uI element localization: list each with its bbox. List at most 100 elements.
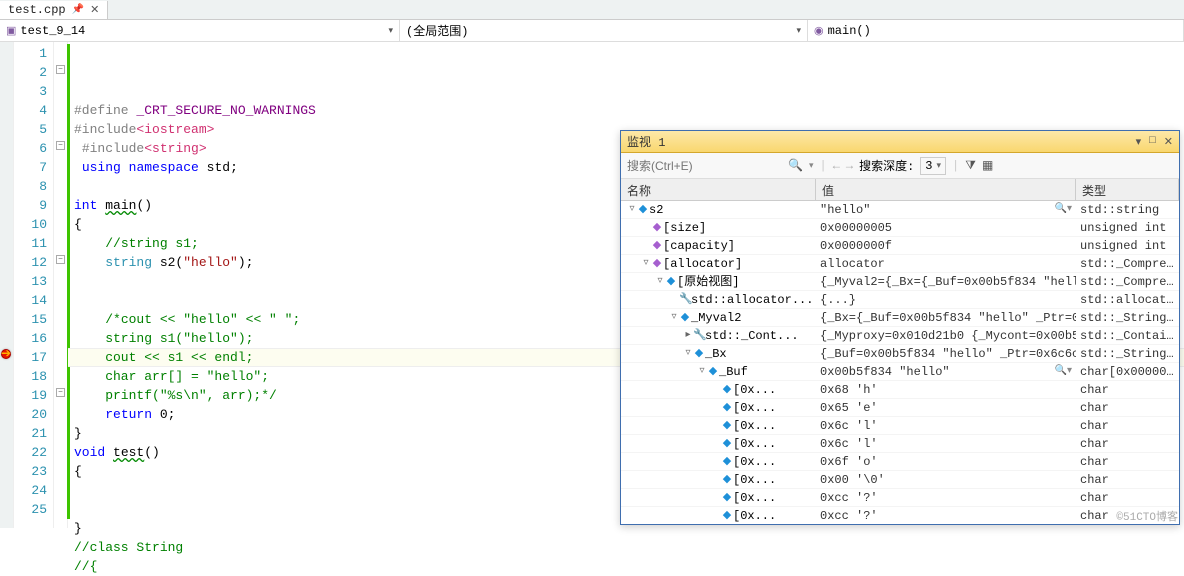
pin-icon[interactable]: 📌 [72,4,84,16]
fold-toggle[interactable]: − [56,141,65,150]
file-tab[interactable]: test.cpp 📌 ✕ [0,1,108,19]
watch-value: {_Myval2={_Bx={_Buf=0x00b5f834 "hello" _… [820,273,1076,290]
cube-icon: ◆ [721,453,733,470]
watch-name: [0x... [733,453,776,470]
col-name[interactable]: 名称 [621,179,816,200]
watch-row[interactable]: ◆ [0x...0xcc '?'char [621,489,1179,507]
watch-type: std::_Compre... [1076,273,1179,290]
watch-row[interactable]: ◆ [0x...0xcc '?'char [621,507,1179,524]
tree-toggle[interactable]: ▿ [641,255,651,272]
watch-toolbar: 🔍 ▾ | ← → 搜索深度: 3 ▾ | ⧩ ▦ [621,153,1179,179]
watch-value: "hello" [820,201,870,218]
watch-titlebar[interactable]: 监视 1 ▾ □ ✕ [621,131,1179,153]
visualizer-icon[interactable]: 🔍▾ [1055,363,1076,380]
nav-next-icon[interactable]: → [846,159,853,173]
watch-name: [allocator] [663,255,742,272]
watch-window: 监视 1 ▾ □ ✕ 🔍 ▾ | ← → 搜索深度: 3 ▾ | ⧩ ▦ 名称 … [620,130,1180,525]
filter-icon[interactable]: ⧩ [965,159,976,173]
watch-type: char [1076,417,1179,434]
cube-icon: ◆ [651,255,663,272]
watch-row[interactable]: ◆ [0x...0x00 '\0'char [621,471,1179,489]
watch-value: 0x6f 'o' [820,453,878,470]
watch-row[interactable]: ◆ [0x...0x68 'h'char [621,381,1179,399]
tree-toggle[interactable]: ▿ [669,309,679,326]
maximize-icon[interactable]: □ [1149,135,1156,149]
cube-icon: ◆ [721,435,733,452]
depth-input[interactable]: 3 ▾ [920,157,946,175]
watch-name: [0x... [733,507,776,524]
tree-toggle[interactable]: ▿ [655,273,665,290]
watch-type: std::_Contain... [1076,327,1179,344]
wrench-icon: 🔧 [693,327,705,344]
watch-row[interactable]: ▿◆ [allocator]allocatorstd::_Compre... [621,255,1179,273]
chevron-down-icon[interactable]: ▾ [1136,135,1142,149]
columns-icon[interactable]: ▦ [982,158,993,173]
watch-value: {_Buf=0x00b5f834 "hello" _Ptr=0x6c6c6568… [820,345,1076,362]
visualizer-icon[interactable]: 🔍▾ [1055,201,1076,218]
close-icon[interactable]: ✕ [90,3,99,17]
watch-name: [0x... [733,489,776,506]
line-numbers: 1234567891011121314151617181920212223242… [14,42,54,528]
search-icon[interactable]: 🔍 [788,158,803,173]
watch-row[interactable]: ◆ [0x...0x6c 'l'char [621,417,1179,435]
watch-row[interactable]: ▸🔧 std::_Cont...{_Myproxy=0x010d21b0 {_M… [621,327,1179,345]
scope-range[interactable]: (全局范围) ▾ [400,20,808,41]
watch-row[interactable]: ◆ [0x... 0x6f 'o' char [621,453,1179,471]
watch-type: char [1076,453,1179,470]
col-type[interactable]: 类型 [1076,179,1179,200]
scope-project[interactable]: ▣ test_9_14 ▾ [0,20,400,41]
watch-row[interactable]: ▿◆ _Buf0x00b5f834 "hello"🔍▾char[0x00000.… [621,363,1179,381]
watch-value: 0x6c 'l' [820,417,878,434]
watch-type: char[0x00000... [1076,363,1179,380]
fold-gutter[interactable]: − − − − [54,42,68,528]
watch-type: char [1076,381,1179,398]
scope-project-label: test_9_14 [20,24,85,38]
watch-row[interactable]: 🔧 std::allocator...{...}std::allocator..… [621,291,1179,309]
watch-value: 0x00 '\0' [820,471,885,488]
watch-value: 0x68 'h' [820,381,878,398]
watch-row[interactable]: ◆ [size] 0x00000005 unsigned int [621,219,1179,237]
watch-row[interactable]: ▿◆ _Myval2{_Bx={_Buf=0x00b5f834 "hello" … [621,309,1179,327]
watch-row[interactable]: ▿◆ _Bx {_Buf=0x00b5f834 "hello" _Ptr=0x6c… [621,345,1179,363]
watch-name: [原始视图] [677,273,739,290]
scope-function[interactable]: ◉ main() [808,20,1184,41]
cube-icon: ◆ [665,273,677,290]
watch-row[interactable]: ▿◆ s2"hello"🔍▾std::string [621,201,1179,219]
fold-toggle[interactable]: − [56,255,65,264]
watch-value: 0x00000005 [820,219,892,236]
watch-name: _Bx [705,345,727,362]
cube-icon: ◆ [721,399,733,416]
watch-name: [size] [663,219,706,236]
watch-type: std::_Compre... [1076,255,1179,272]
col-value[interactable]: 值 [816,179,1076,200]
fold-toggle[interactable]: − [56,65,65,74]
watch-name: s2 [649,201,663,218]
cube-icon: ◆ [651,219,663,236]
nav-prev-icon[interactable]: ← [833,159,840,173]
tree-toggle[interactable]: ▿ [627,201,637,218]
cube-icon: ◆ [721,507,733,524]
cube-icon: ◆ [637,201,649,218]
scope-function-label: main() [828,24,871,38]
watch-row[interactable]: ◆ [0x...0x6c 'l'char [621,435,1179,453]
tree-toggle[interactable]: ▿ [683,345,693,362]
scope-bar: ▣ test_9_14 ▾ (全局范围) ▾ ◉ main() [0,20,1184,42]
watch-type: std::_String_v... [1076,309,1179,326]
fold-toggle[interactable]: − [56,388,65,397]
watch-name: [0x... [733,471,776,488]
tree-toggle[interactable]: ▸ [683,327,693,344]
breakpoint-gutter[interactable]: ➔ [0,42,14,528]
watch-type: unsigned int [1076,219,1179,236]
scope-range-label: (全局范围) [406,22,468,39]
watch-name: [0x... [733,381,776,398]
watch-row[interactable]: ▿◆ [原始视图] {_Myval2={_Bx={_Buf=0x00b5f834 … [621,273,1179,291]
watch-row[interactable]: ◆ [capacity]0x0000000funsigned int [621,237,1179,255]
close-icon[interactable]: ✕ [1164,135,1173,149]
cube-icon: ◆ [693,345,705,362]
watch-row[interactable]: ◆ [0x...0x65 'e'char [621,399,1179,417]
watch-search-input[interactable] [627,159,782,173]
watch-type: std::_String_v... [1076,345,1179,362]
tab-bar: test.cpp 📌 ✕ [0,0,1184,20]
tree-toggle[interactable]: ▿ [697,363,707,380]
function-icon: ◉ [814,24,824,38]
